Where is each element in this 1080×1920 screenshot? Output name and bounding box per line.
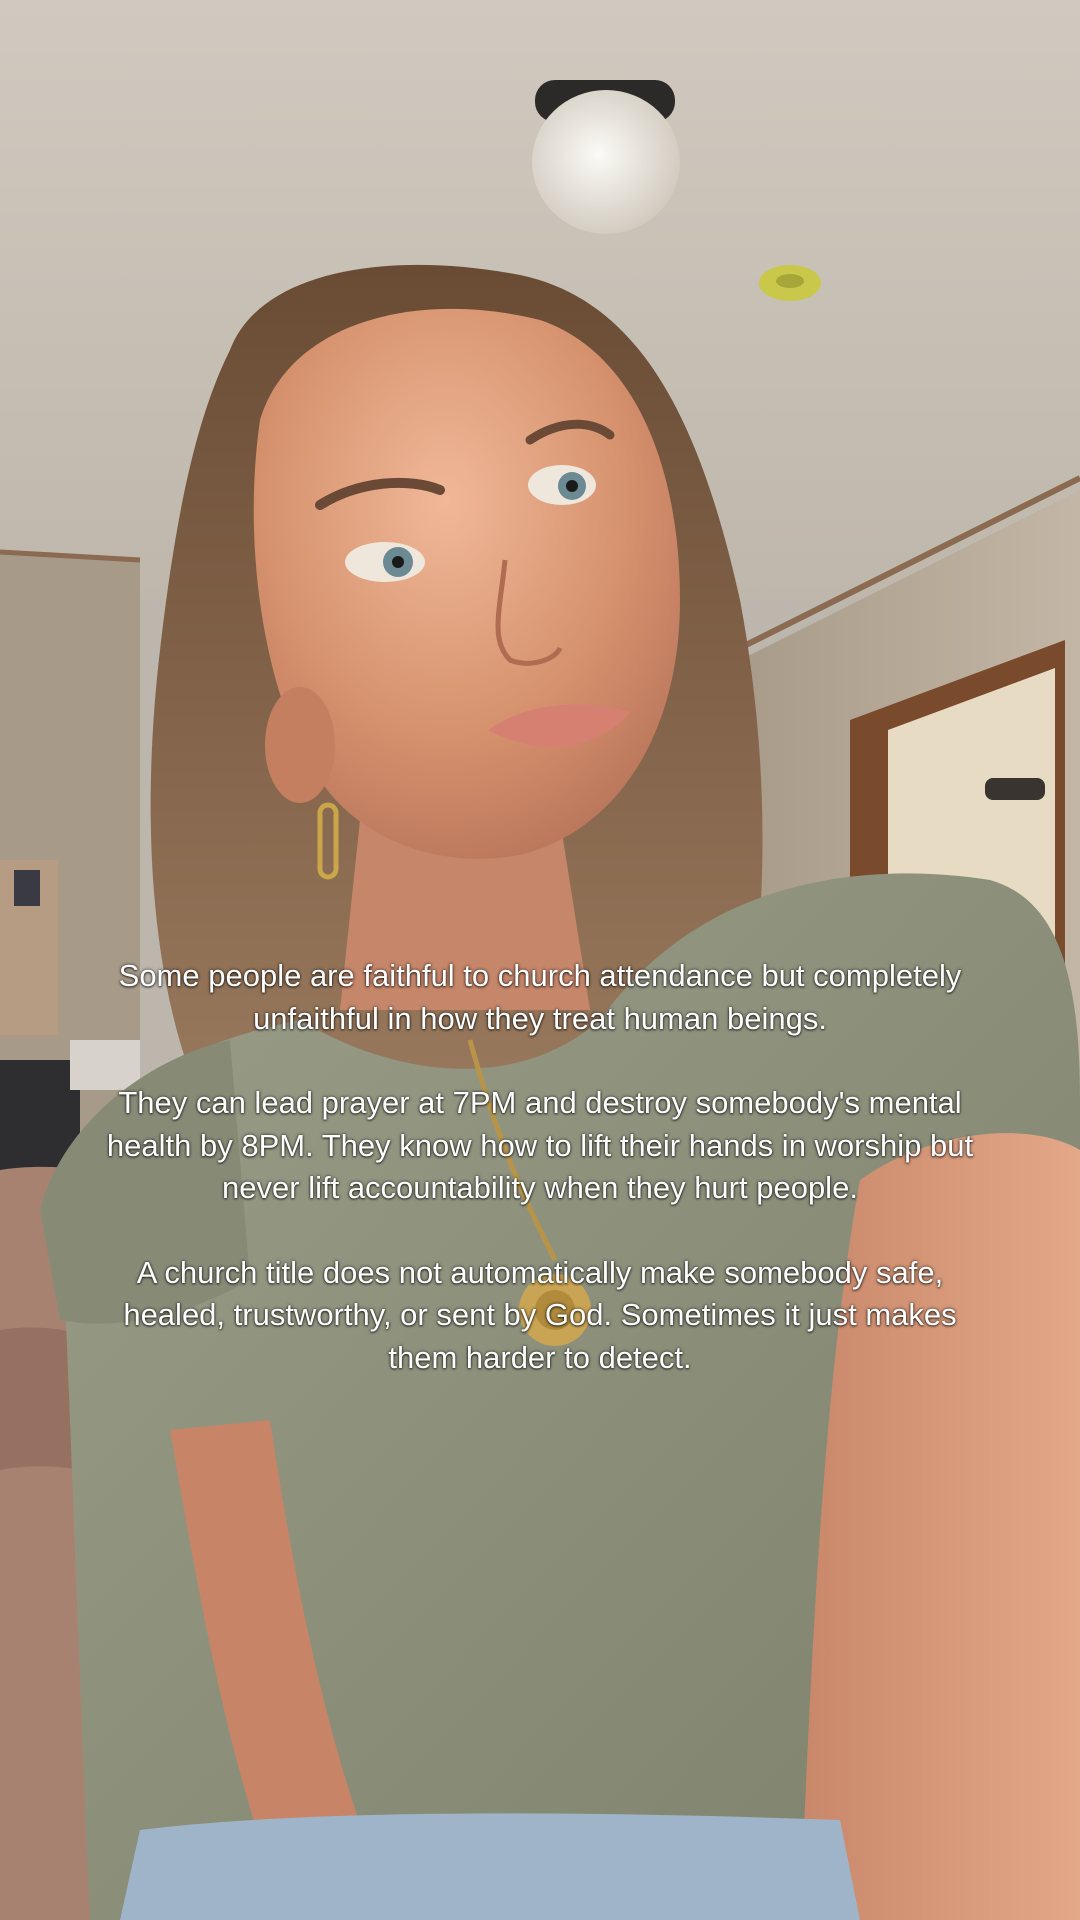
caption-overlay: Some people are faithful to church atten… <box>40 955 1040 1379</box>
caption-paragraph-3: A church title does not automatically ma… <box>123 1254 957 1375</box>
ceiling-light <box>532 90 680 234</box>
jeans <box>120 1813 860 1920</box>
poster-figure <box>14 870 40 906</box>
pupil-left <box>392 556 404 568</box>
caption-paragraph-1: Some people are faithful to church atten… <box>118 958 962 1036</box>
pupil-right <box>566 480 578 492</box>
vanity-light <box>985 778 1045 800</box>
ear <box>265 687 335 803</box>
caption-paragraph-2: They can lead prayer at 7PM and destroy … <box>106 1085 974 1205</box>
smoke-detector-center <box>776 274 804 288</box>
